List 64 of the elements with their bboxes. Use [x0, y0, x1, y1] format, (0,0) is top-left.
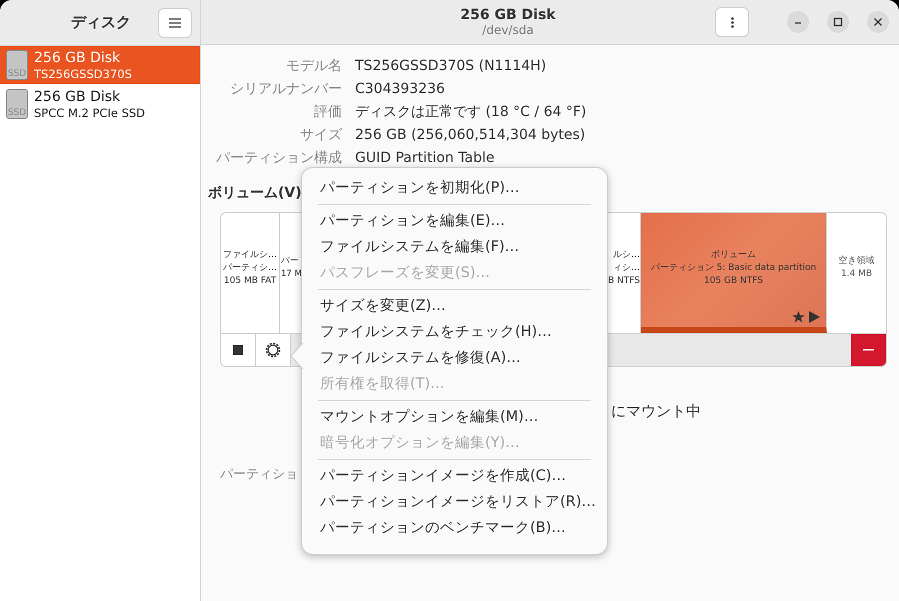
segment-text: パーティション 5: Basic data partition: [650, 262, 816, 274]
disk-item[interactable]: SSD 256 GB Disk SPCC M.2 PCIe SSD: [0, 85, 200, 124]
disk-model: SPCC M.2 PCIe SSD: [34, 106, 146, 120]
menu-item[interactable]: パーティションを編集(E)…: [302, 208, 607, 234]
menu-item[interactable]: パーティションを初期化(P)…: [302, 175, 607, 201]
field-value: TS256GSSD370S (N1114H): [355, 57, 546, 76]
segment-text: B NTFS: [608, 274, 640, 288]
segment-text: パー: [281, 255, 299, 268]
window-subtitle: /dev/sda: [482, 23, 534, 37]
field-value: にマウント中: [611, 402, 701, 421]
close-button[interactable]: [867, 11, 889, 33]
field-value: 256 GB (256,060,514,304 bytes): [355, 126, 586, 145]
drive-icon: SSD: [6, 50, 28, 80]
close-icon: [873, 17, 883, 27]
disk-name: 256 GB Disk: [34, 88, 122, 106]
segment-text: パーティシ…: [223, 262, 277, 274]
menu-item[interactable]: パーティションイメージを作成(C)…: [302, 463, 607, 489]
stop-button[interactable]: [221, 334, 256, 366]
free-space-segment[interactable]: 空き領域 1.4 MB: [827, 213, 886, 333]
menu-item[interactable]: パーティションのベンチマーク(B)…: [302, 515, 607, 541]
field-value: GUID Partition Table: [355, 149, 494, 168]
field-label: パーティショ: [220, 466, 298, 483]
settings-button[interactable]: [256, 334, 291, 366]
disk-name: 256 GB Disk: [34, 50, 122, 66]
segment-text: 105 MB FAT: [224, 274, 276, 288]
segment-text: ルシ…: [613, 248, 640, 262]
menu-item[interactable]: マウントオプションを編集(M)…: [302, 404, 607, 430]
field-value: C304393236: [355, 80, 445, 99]
menu-item[interactable]: ファイルシステムをチェック(H)…: [302, 319, 607, 345]
menu-icon: [169, 18, 181, 28]
sidebar-title: ディスク: [70, 13, 132, 32]
segment-text: 17 M: [281, 268, 302, 281]
maximize-button[interactable]: [827, 11, 849, 33]
segment-text: ィシ…: [613, 262, 640, 274]
window-title: 256 GB Disk: [460, 7, 556, 23]
segment-text: ボリューム: [711, 248, 756, 262]
segment-text: 1.4 MB: [840, 268, 872, 281]
segment-text: 105 GB NTFS: [704, 274, 763, 288]
disk-model: TS256GSSD370S: [34, 66, 132, 80]
field-label: モデル名: [285, 57, 342, 76]
settings-icon: [264, 341, 282, 359]
maximize-icon: [833, 17, 843, 27]
field-label: シリアルナンバー: [229, 80, 342, 99]
field-label: 評価: [313, 103, 342, 122]
field-label: サイズ: [299, 126, 342, 145]
disk-item[interactable]: SSD 256 GB Disk TS256GSSD370S: [0, 46, 200, 85]
more-icon: [730, 16, 734, 28]
segment-text: ファイルシ…: [223, 248, 277, 262]
minus-icon: [863, 349, 874, 351]
menu-item[interactable]: ファイルシステムを編集(F)…: [302, 234, 607, 260]
star-icon: [792, 311, 805, 323]
stop-icon: [233, 345, 243, 355]
drive-icon: SSD: [6, 89, 28, 119]
partition-segment[interactable]: ファイルシ… パーティシ… 105 MB FAT: [221, 213, 280, 333]
menu-item[interactable]: ファイルシステムを修復(A)…: [302, 345, 607, 371]
partition-segment[interactable]: ボリューム パーティション 5: Basic data partition 105 GB NTFS: [641, 213, 827, 333]
field-label: パーティション構成: [215, 149, 342, 168]
menu-button[interactable]: [158, 8, 192, 38]
segment-text: 空き領域: [838, 255, 874, 268]
play-icon: [809, 311, 820, 323]
section-heading: ボリューム(V): [208, 184, 302, 202]
menu-item[interactable]: パーティションイメージをリストア(R)…: [302, 489, 607, 515]
field-value: ディスクは正常です (18 °C / 64 °F): [355, 103, 586, 122]
menu-item[interactable]: サイズを変更(Z)…: [302, 293, 607, 319]
